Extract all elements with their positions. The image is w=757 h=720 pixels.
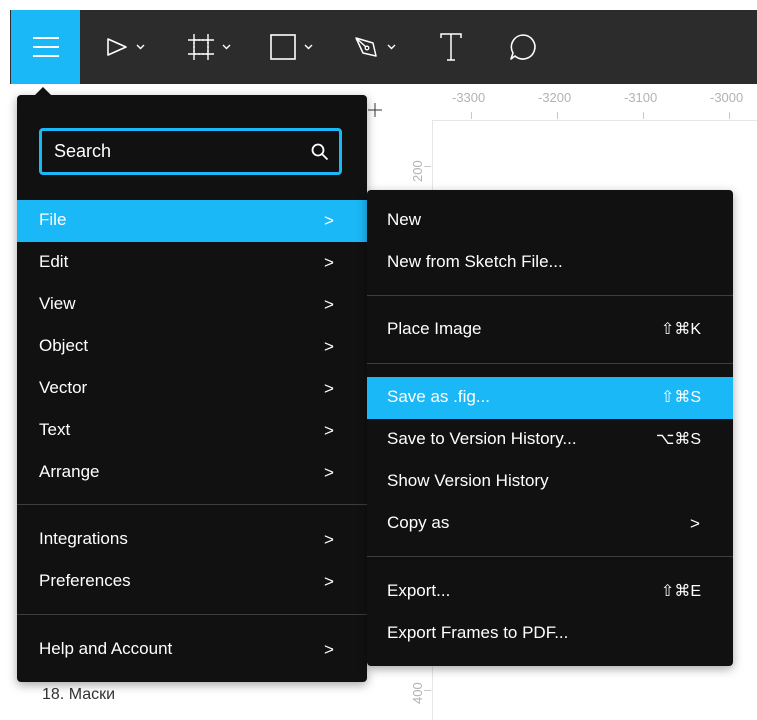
chevron-right-icon: > (324, 337, 334, 356)
menu-item-label: Arrange (39, 462, 100, 481)
menu-divider (17, 614, 367, 615)
frame-icon (188, 34, 214, 60)
chevron-down-icon (136, 44, 145, 50)
chevron-right-icon: > (690, 514, 700, 533)
menu-item-label: Vector (39, 378, 88, 397)
comment-tool-button[interactable] (508, 10, 538, 84)
horizontal-ruler: -3300 -3200 -3100 -3000 (430, 84, 757, 121)
ruler-tick (729, 112, 730, 119)
menu-item-new[interactable]: New (367, 200, 733, 242)
pointer-icon (107, 38, 127, 56)
main-menu-button[interactable] (11, 10, 80, 84)
ruler-label: -3000 (710, 90, 744, 105)
ruler-corner (402, 84, 430, 120)
menu-divider (367, 556, 733, 557)
menu-item-label: Place Image (387, 319, 482, 338)
chevron-right-icon: > (324, 640, 334, 659)
menu-item-export-frames-to-pdf[interactable]: Export Frames to PDF... (367, 613, 733, 655)
ruler-label: -3200 (538, 90, 572, 105)
ruler-label: -3100 (624, 90, 658, 105)
ruler-tick (424, 690, 431, 691)
menu-item-help-and-account[interactable]: Help and Account > (17, 629, 367, 671)
menu-item-label: Save as .fig... (387, 387, 490, 406)
shortcut-label: ⌥⌘S (655, 431, 701, 448)
shortcut-label: ⇧⌘S (660, 389, 701, 406)
ruler-label: 400 (410, 682, 425, 704)
chevron-right-icon: > (324, 463, 334, 482)
rectangle-icon (270, 34, 296, 60)
menu-item-label: File (39, 210, 67, 229)
chevron-right-icon: > (324, 530, 334, 549)
toolbar (10, 10, 757, 84)
menu-divider (367, 363, 733, 364)
menu-item-file[interactable]: File > (17, 200, 367, 242)
frame-tool-button[interactable] (188, 10, 231, 84)
menu-divider (17, 504, 367, 505)
file-submenu: New New from Sketch File... Place Image … (367, 190, 733, 666)
text-tool-button[interactable] (440, 10, 462, 84)
menu-search-input[interactable]: Search (39, 128, 342, 175)
menu-item-export[interactable]: Export... ⇧⌘E (367, 571, 733, 613)
chevron-down-icon (222, 44, 231, 50)
menu-item-label: Help and Account (39, 639, 173, 658)
menu-item-place-image[interactable]: Place Image ⇧⌘K (367, 309, 733, 351)
ruler-tick (471, 112, 472, 119)
menu-divider (367, 295, 733, 296)
menu-item-arrange[interactable]: Arrange > (17, 452, 367, 494)
ruler-tick (557, 112, 558, 119)
menu-item-label: New (387, 210, 422, 229)
menu-item-save-as-fig[interactable]: Save as .fig... ⇧⌘S (367, 377, 733, 419)
search-icon (311, 143, 329, 161)
layer-item[interactable]: 18. Маски (42, 686, 115, 704)
pen-tool-button[interactable] (353, 10, 396, 84)
chevron-right-icon: > (324, 253, 334, 272)
comment-icon (510, 34, 536, 60)
menu-item-preferences[interactable]: Preferences > (17, 561, 367, 603)
ruler-label: 200 (410, 160, 425, 182)
menu-item-label: Save to Version History... (387, 429, 577, 448)
ruler-tick (643, 112, 644, 119)
menu-item-view[interactable]: View > (17, 284, 367, 326)
pen-icon (355, 37, 377, 57)
menu-item-label: Preferences (39, 571, 131, 590)
menu-item-vector[interactable]: Vector > (17, 368, 367, 410)
menu-item-label: New from Sketch File... (387, 252, 563, 271)
chevron-right-icon: > (324, 211, 334, 230)
menu-item-label: Export... (387, 581, 451, 600)
chevron-down-icon (387, 44, 396, 50)
menu-item-label: Object (39, 336, 89, 355)
ruler-label: -3300 (452, 90, 486, 105)
menu-item-label: Copy as (387, 513, 450, 532)
chevron-down-icon (304, 44, 313, 50)
search-placeholder: Search (54, 141, 112, 161)
ruler-tick (424, 166, 431, 167)
menu-item-edit[interactable]: Edit > (17, 242, 367, 284)
menu-item-copy-as[interactable]: Copy as > (367, 503, 733, 545)
move-tool-button[interactable] (106, 10, 145, 84)
chevron-right-icon: > (324, 379, 334, 398)
chevron-right-icon: > (324, 295, 334, 314)
menu-item-new-from-sketch[interactable]: New from Sketch File... (367, 242, 733, 284)
menu-item-label: Show Version History (387, 471, 549, 490)
menu-item-label: View (39, 294, 76, 313)
chevron-right-icon: > (324, 421, 334, 440)
menu-item-label: Export Frames to PDF... (387, 623, 569, 642)
text-icon (440, 33, 462, 61)
shortcut-label: ⇧⌘E (660, 583, 701, 600)
crosshair-icon (368, 103, 382, 117)
hamburger-icon (32, 37, 59, 57)
menu-item-label: Integrations (39, 529, 128, 548)
main-menu: Search File > Edit > View > Object > Vec… (17, 95, 367, 682)
menu-item-text[interactable]: Text > (17, 410, 367, 452)
menu-item-show-version-history[interactable]: Show Version History (367, 461, 733, 503)
menu-item-integrations[interactable]: Integrations > (17, 519, 367, 561)
shortcut-label: ⇧⌘K (660, 321, 701, 338)
menu-item-object[interactable]: Object > (17, 326, 367, 368)
menu-item-save-to-version-history[interactable]: Save to Version History... ⌥⌘S (367, 419, 733, 461)
chevron-right-icon: > (324, 572, 334, 591)
menu-item-label: Edit (39, 252, 69, 271)
rectangle-tool-button[interactable] (270, 10, 313, 84)
menu-item-label: Text (39, 420, 71, 439)
